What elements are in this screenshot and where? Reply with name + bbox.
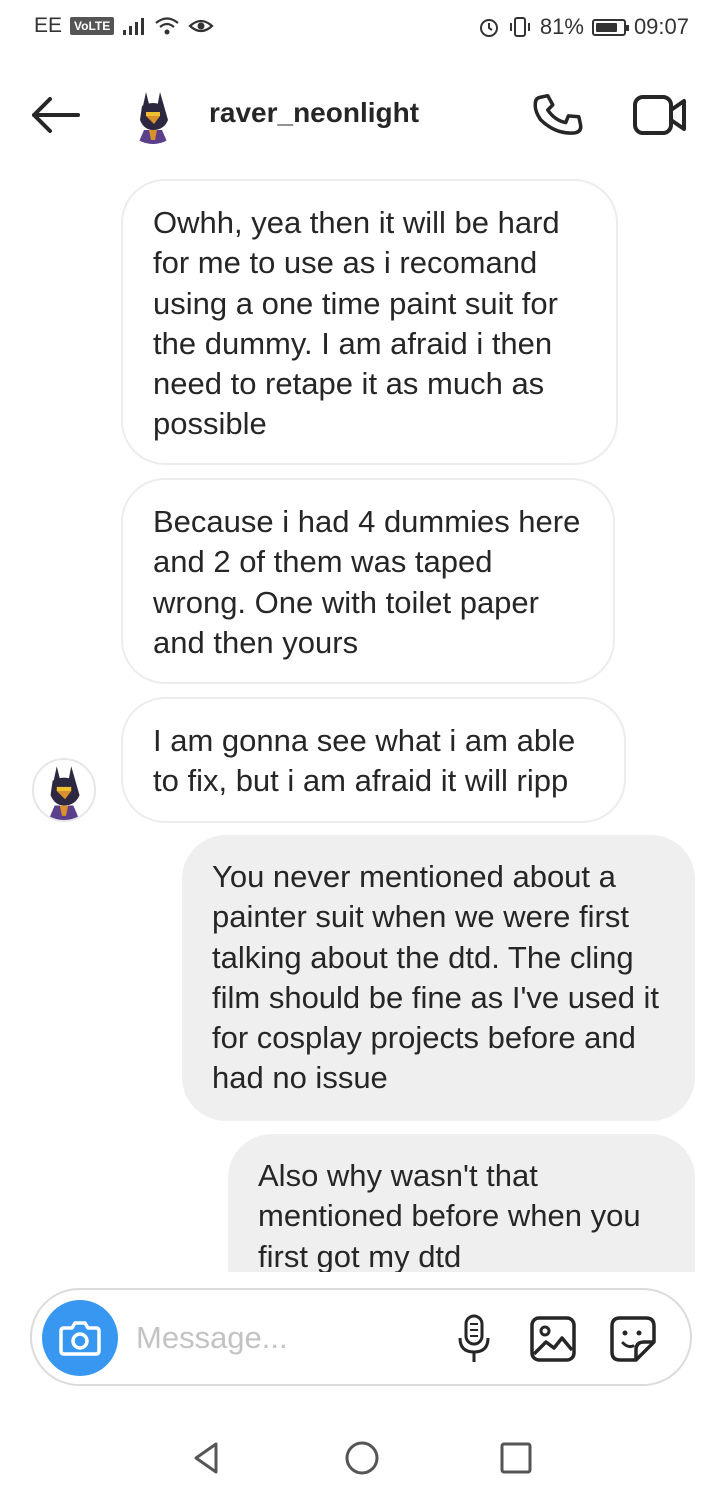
jackal-avatar-icon xyxy=(34,760,94,820)
avatar[interactable] xyxy=(124,86,182,144)
message-bubble-incoming[interactable]: I am gonna see what i am able to fix, bu… xyxy=(121,697,626,823)
carrier-label: EE xyxy=(34,14,63,37)
voice-call-button[interactable] xyxy=(530,88,586,142)
message-thread[interactable]: Owhh, yea then it will be hard for me to… xyxy=(0,170,723,1272)
sender-avatar[interactable] xyxy=(32,758,96,822)
vibrate-icon xyxy=(508,16,532,38)
message-bubble-incoming[interactable]: Because i had 4 dummies here and 2 of th… xyxy=(121,478,615,684)
battery-percent: 81% xyxy=(539,14,584,39)
gallery-icon xyxy=(530,1316,576,1362)
message-composer xyxy=(30,1288,692,1386)
back-arrow-icon xyxy=(32,97,80,133)
nav-home-icon xyxy=(345,1441,379,1475)
microphone-icon xyxy=(458,1314,490,1362)
voice-message-button[interactable] xyxy=(450,1312,498,1366)
nav-recents-button[interactable] xyxy=(496,1438,536,1478)
status-bar: EE VoLTE 81% 09:07 xyxy=(0,0,723,56)
sticker-button[interactable] xyxy=(608,1314,658,1364)
nav-home-button[interactable] xyxy=(342,1438,382,1478)
nav-back-icon xyxy=(194,1442,218,1474)
alarm-icon xyxy=(478,16,500,38)
camera-button[interactable] xyxy=(42,1300,118,1376)
gallery-button[interactable] xyxy=(528,1314,578,1364)
chat-header: raver_neonlight xyxy=(0,70,723,160)
status-left: EE VoLTE xyxy=(34,14,214,38)
nav-back-button[interactable] xyxy=(186,1438,226,1478)
message-bubble-incoming[interactable]: Owhh, yea then it will be hard for me to… xyxy=(121,179,618,465)
username[interactable]: raver_neonlight xyxy=(209,97,419,129)
video-call-button[interactable] xyxy=(630,90,690,140)
volte-badge: VoLTE xyxy=(70,17,115,35)
system-navigation-bar xyxy=(0,1410,723,1500)
eye-icon xyxy=(188,16,214,36)
message-bubble-outgoing[interactable]: Also why wasn't that mentioned before wh… xyxy=(228,1134,695,1272)
message-input[interactable] xyxy=(136,1318,436,1358)
nav-recents-icon xyxy=(500,1442,532,1474)
sticker-icon xyxy=(610,1316,656,1362)
wifi-icon xyxy=(154,16,180,36)
phone-icon xyxy=(533,93,583,135)
video-camera-icon xyxy=(633,95,686,135)
signal-icon xyxy=(122,16,146,36)
jackal-avatar-icon xyxy=(124,86,182,144)
status-right: 81% 09:07 xyxy=(478,14,689,40)
battery-level xyxy=(595,22,617,32)
message-bubble-outgoing[interactable]: You never mentioned about a painter suit… xyxy=(182,835,695,1121)
clock: 09:07 xyxy=(633,14,689,39)
battery-icon xyxy=(591,18,629,36)
back-button[interactable] xyxy=(28,90,84,140)
camera-icon xyxy=(59,1321,101,1356)
